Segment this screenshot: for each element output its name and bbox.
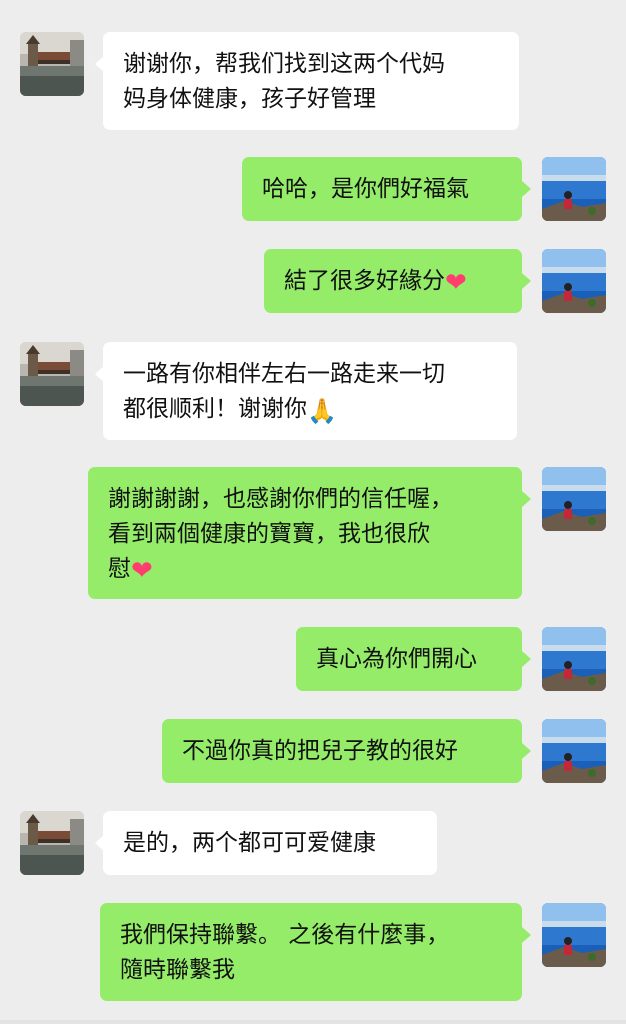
message-text: 真心為你們開心: [316, 646, 477, 672]
message-bubble[interactable]: 真心為你們開心: [296, 627, 522, 691]
message-text: 一路有你相伴左右一路走来一切 都很顺利！谢谢你: [123, 361, 445, 422]
message-row: 哈哈，是你們好福氣: [0, 157, 626, 221]
message-text: 是的，两个都可可爱健康: [123, 830, 376, 856]
message-row: 谢谢你，帮我们找到这两个代妈 妈身体健康，孩子好管理: [0, 32, 626, 130]
bubble-tail: [522, 651, 531, 667]
my-avatar[interactable]: [542, 627, 606, 691]
message-bubble[interactable]: 一路有你相伴左右一路走来一切 都很顺利！谢谢你🙏: [103, 342, 517, 440]
message-bubble[interactable]: 謝謝謝謝，也感謝你們的信任喔， 看到兩個健康的寶寶，我也很欣 慰❤: [88, 467, 522, 599]
message-row: 是的，两个都可可爱健康: [0, 811, 626, 875]
bubble-tail: [522, 743, 531, 759]
message-row: 謝謝謝謝，也感謝你們的信任喔， 看到兩個健康的寶寶，我也很欣 慰❤: [0, 467, 626, 599]
message-bubble[interactable]: 哈哈，是你們好福氣: [242, 157, 522, 221]
message-row: 真心為你們開心: [0, 627, 626, 691]
message-row: 一路有你相伴左右一路走来一切 都很顺利！谢谢你🙏: [0, 342, 626, 440]
bubble-tail: [522, 273, 531, 289]
lake-photo-icon: [542, 627, 606, 691]
message-bubble[interactable]: 我們保持聯繫。 之後有什麼事， 隨時聯繫我: [100, 903, 522, 1001]
message-bubble[interactable]: 結了很多好緣分❤: [264, 249, 522, 313]
my-avatar[interactable]: [542, 157, 606, 221]
message-text: 谢谢你，帮我们找到这两个代妈 妈身体健康，孩子好管理: [123, 51, 445, 112]
message-text: 不過你真的把兒子教的很好: [182, 738, 458, 764]
bridge-photo-icon: [20, 811, 84, 875]
my-avatar[interactable]: [542, 467, 606, 531]
heart-emoji-icon: ❤: [445, 268, 467, 298]
message-bubble[interactable]: 是的，两个都可可爱健康: [103, 811, 437, 875]
message-text: 我們保持聯繫。 之後有什麼事， 隨時聯繫我: [120, 922, 450, 983]
bubble-tail: [522, 181, 531, 197]
message-row: 結了很多好緣分❤: [0, 249, 626, 313]
lake-photo-icon: [542, 467, 606, 531]
contact-avatar[interactable]: [20, 342, 84, 406]
message-text: 謝謝謝謝，也感謝你們的信任喔， 看到兩個健康的寶寶，我也很欣 慰: [108, 486, 453, 582]
bubble-tail: [522, 927, 531, 943]
chat-window: 谢谢你，帮我们找到这两个代妈 妈身体健康，孩子好管理 哈哈，是你們好福氣 結了很…: [0, 0, 626, 1024]
bubble-tail: [522, 491, 531, 507]
message-bubble[interactable]: 不過你真的把兒子教的很好: [162, 719, 522, 783]
message-text: 哈哈，是你們好福氣: [262, 176, 469, 202]
message-row: 不過你真的把兒子教的很好: [0, 719, 626, 783]
bridge-photo-icon: [20, 32, 84, 96]
message-text: 結了很多好緣分: [284, 268, 445, 294]
folded-hands-emoji-icon: 🙏: [307, 397, 337, 425]
my-avatar[interactable]: [542, 719, 606, 783]
lake-photo-icon: [542, 157, 606, 221]
contact-avatar[interactable]: [20, 32, 84, 96]
bottom-edge: [0, 1020, 626, 1024]
my-avatar[interactable]: [542, 903, 606, 967]
message-row: 我們保持聯繫。 之後有什麼事， 隨時聯繫我: [0, 903, 626, 1001]
lake-photo-icon: [542, 719, 606, 783]
lake-photo-icon: [542, 249, 606, 313]
message-bubble[interactable]: 谢谢你，帮我们找到这两个代妈 妈身体健康，孩子好管理: [103, 32, 519, 130]
heart-emoji-icon: ❤: [131, 556, 153, 586]
bridge-photo-icon: [20, 342, 84, 406]
my-avatar[interactable]: [542, 249, 606, 313]
contact-avatar[interactable]: [20, 811, 84, 875]
lake-photo-icon: [542, 903, 606, 967]
